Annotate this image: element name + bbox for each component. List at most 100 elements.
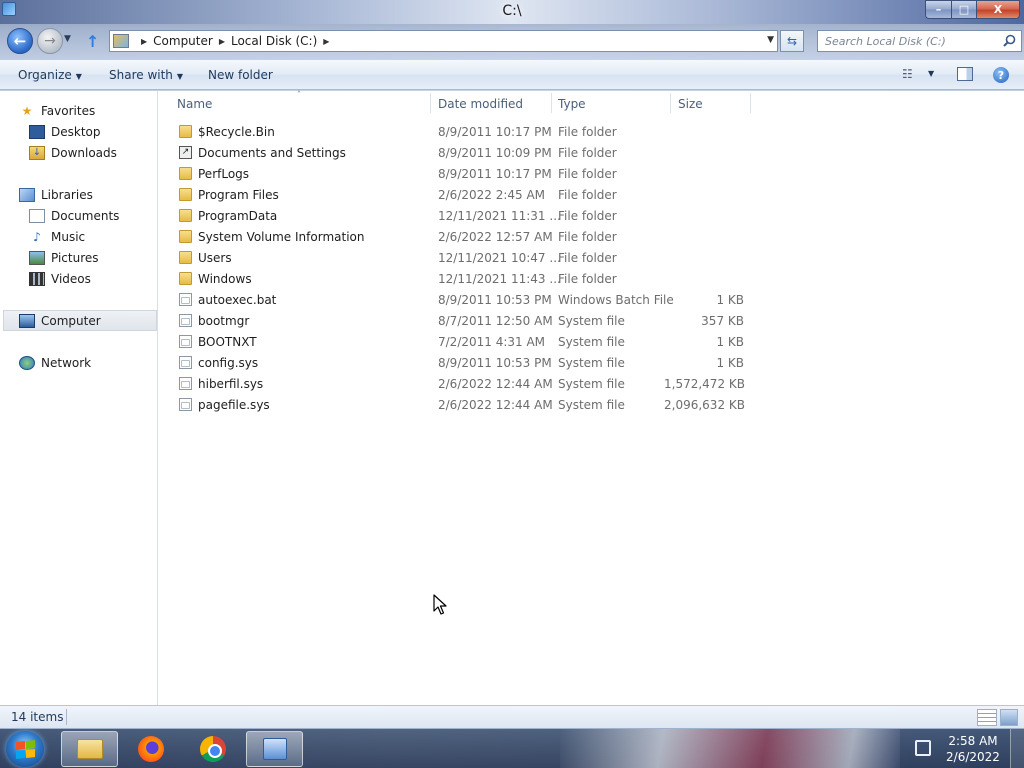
show-desktop-button[interactable] — [1010, 729, 1024, 768]
nav-libraries[interactable]: Libraries — [19, 184, 93, 205]
back-button[interactable]: ← — [7, 28, 33, 54]
details-view-icon[interactable] — [977, 709, 997, 726]
system-clock[interactable]: 2:58 AM 2/6/2022 — [940, 733, 1006, 765]
file-row[interactable]: pagefile.sys 2/6/2022 12:44 AM System file… — [159, 395, 759, 416]
downloads-icon: ↓ — [29, 145, 45, 160]
column-divider[interactable] — [750, 93, 751, 113]
file-type: System file — [558, 377, 625, 391]
file-name: Windows — [198, 272, 252, 286]
file-type: File folder — [558, 230, 617, 244]
file-row[interactable]: Users 12/11/2021 10:47 ... File folder — [159, 248, 759, 269]
file-row[interactable]: bootmgr 8/7/2011 12:50 AM System file 357 K… — [159, 311, 759, 332]
taskbar-explorer-button[interactable] — [61, 731, 118, 767]
system-file-icon — [179, 335, 192, 348]
nav-computer-label: Computer — [41, 313, 101, 328]
start-button[interactable] — [6, 731, 44, 767]
column-header-type[interactable]: Type — [558, 97, 586, 115]
breadcrumb-separator-icon[interactable]: ▶ — [141, 37, 147, 46]
breadcrumb-separator-icon[interactable]: ▶ — [219, 37, 225, 46]
minimize-button[interactable]: – — [925, 0, 951, 19]
file-type: System file — [558, 398, 625, 412]
file-row[interactable]: System Volume Information 2/6/2022 12:57 … — [159, 227, 759, 248]
organize-menu[interactable]: Organize ▼ — [18, 68, 82, 82]
file-row[interactable]: hiberfil.sys 2/6/2022 12:44 AM System file… — [159, 374, 759, 395]
clock-time: 2:58 AM — [948, 734, 998, 748]
breadcrumb-local-disk[interactable]: Local Disk (C:) — [231, 34, 317, 48]
network-tray-icon[interactable] — [915, 740, 931, 756]
file-date-modified: 2/6/2022 12:57 AM — [438, 230, 553, 244]
file-row[interactable]: autoexec.bat 8/9/2011 10:53 PM Windows Bat… — [159, 290, 759, 311]
file-date-modified: 8/9/2011 10:09 PM — [438, 146, 552, 160]
column-header-name[interactable]: Name — [177, 97, 212, 115]
column-divider[interactable] — [551, 93, 552, 113]
breadcrumb-separator-icon[interactable]: ▶ — [323, 37, 329, 46]
share-with-menu[interactable]: Share with ▼ — [109, 68, 183, 82]
breadcrumb-computer[interactable]: Computer — [153, 34, 213, 48]
nav-network[interactable]: Network — [19, 352, 91, 373]
file-type: File folder — [558, 272, 617, 286]
change-view-icon[interactable]: ☷ — [902, 67, 913, 81]
status-bar: 14 items — [0, 705, 1024, 728]
file-row[interactable]: config.sys 8/9/2011 10:53 PM System file 1 … — [159, 353, 759, 374]
file-name: Users — [198, 251, 232, 265]
address-bar[interactable]: ▶ Computer ▶ Local Disk (C:) ▶ ▼ — [109, 30, 778, 52]
view-options-dropdown-icon[interactable]: ▼ — [928, 69, 934, 78]
refresh-button[interactable]: ⇆ — [780, 30, 804, 52]
file-row[interactable]: Program Files 2/6/2022 2:45 AM File folder — [159, 185, 759, 206]
file-type: System file — [558, 335, 625, 349]
nav-pictures[interactable]: Pictures — [29, 247, 99, 268]
column-header-size[interactable]: Size — [678, 97, 703, 115]
nav-favorites[interactable]: ★ Favorites — [19, 100, 96, 121]
system-file-icon — [179, 398, 192, 411]
clock-date: 2/6/2022 — [946, 750, 1000, 764]
file-row[interactable]: BOOTNXT 7/2/2011 4:31 AM System file 1 KB — [159, 332, 759, 353]
nav-documents[interactable]: Documents — [29, 205, 119, 226]
system-file-icon — [179, 377, 192, 390]
new-folder-button[interactable]: New folder — [208, 68, 273, 82]
computer-location-icon — [113, 34, 129, 48]
column-divider[interactable] — [670, 93, 671, 113]
nav-computer[interactable]: Computer — [3, 310, 157, 331]
search-input[interactable] — [825, 34, 1000, 48]
chrome-icon — [199, 736, 226, 762]
system-file-icon — [179, 356, 192, 369]
file-type: Windows Batch File — [558, 293, 674, 307]
nav-desktop[interactable]: Desktop — [29, 121, 101, 142]
nav-downloads[interactable]: ↓ Downloads — [29, 142, 117, 163]
file-date-modified: 12/11/2021 11:43 ... — [438, 272, 561, 286]
close-button[interactable]: X — [976, 0, 1020, 19]
libraries-icon — [19, 187, 35, 202]
nav-libraries-label: Libraries — [41, 187, 93, 202]
navigation-pane: ★ Favorites Desktop ↓ Downloads Librarie… — [0, 91, 158, 705]
taskbar-network-app-button[interactable] — [246, 731, 303, 767]
file-row[interactable]: Windows 12/11/2021 11:43 ... File folder — [159, 269, 759, 290]
forward-button[interactable]: → — [37, 28, 63, 54]
file-row[interactable]: $Recycle.Bin 8/9/2011 10:17 PM File folder — [159, 122, 759, 143]
address-dropdown-icon[interactable]: ▼ — [767, 35, 774, 45]
recent-pages-dropdown-icon[interactable]: ▼ — [64, 34, 71, 44]
file-row[interactable]: PerfLogs 8/9/2011 10:17 PM File folder — [159, 164, 759, 185]
folder-icon — [179, 230, 192, 243]
large-icons-view-icon[interactable] — [1000, 709, 1018, 726]
file-name: autoexec.bat — [198, 293, 277, 307]
column-header-date-modified[interactable]: Date modified — [438, 97, 523, 115]
file-name: BOOTNXT — [198, 335, 257, 349]
up-folder-icon[interactable]: ↑ — [86, 32, 99, 51]
file-name: System Volume Information — [198, 230, 365, 244]
help-icon[interactable]: ? — [993, 67, 1009, 83]
title-bar[interactable]: C:\ – □ X — [0, 0, 1024, 24]
maximize-button[interactable]: □ — [951, 0, 976, 19]
search-icon[interactable] — [1003, 34, 1016, 47]
file-type: File folder — [558, 167, 617, 181]
explorer-body: ★ Favorites Desktop ↓ Downloads Librarie… — [0, 90, 1024, 705]
preview-pane-icon[interactable] — [957, 67, 973, 81]
file-row[interactable]: Documents and Settings 8/9/2011 10:09 PM F… — [159, 143, 759, 164]
column-divider[interactable] — [430, 93, 431, 113]
nav-music[interactable]: ♪ Music — [29, 226, 85, 247]
nav-videos[interactable]: Videos — [29, 268, 91, 289]
sort-ascending-icon: ˄ — [297, 90, 301, 99]
search-box[interactable] — [817, 30, 1022, 52]
taskbar-chrome-button[interactable] — [184, 731, 241, 767]
taskbar-firefox-button[interactable] — [122, 731, 179, 767]
file-row[interactable]: ProgramData 12/11/2021 11:31 ... File fold… — [159, 206, 759, 227]
